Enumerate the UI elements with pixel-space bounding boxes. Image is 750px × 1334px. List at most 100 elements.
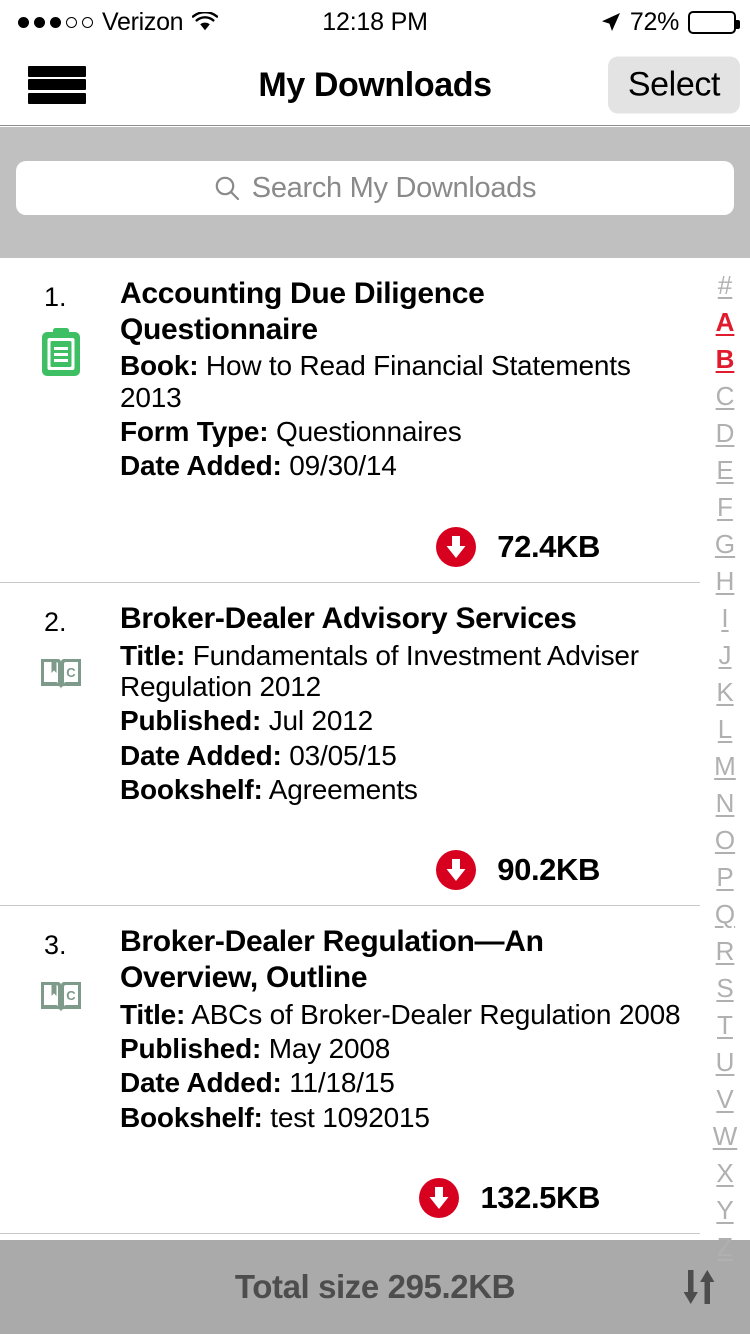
open-book-icon: C <box>38 974 84 1026</box>
download-list-item[interactable]: 2. C Broker-Dealer Advisory Services Title:… <box>0 582 700 907</box>
app-screen: Verizon 12:18 PM 72% My Downloads Select… <box>0 0 750 1334</box>
list-item-field: Published: May 2008 <box>120 1033 686 1064</box>
list-item-footer: 72.4KB <box>120 526 686 568</box>
svg-text:C: C <box>66 988 76 1003</box>
battery-percent-label: 72% <box>629 7 679 36</box>
index-letter-a[interactable]: A <box>708 309 742 335</box>
list-item-body: Broker-Dealer Regulation—An Overview, Ou… <box>120 924 700 1219</box>
index-letter-j[interactable]: J <box>708 642 742 668</box>
list-item-number: 3. <box>44 930 67 961</box>
index-letter-p[interactable]: P <box>708 864 742 890</box>
index-letter-w[interactable]: W <box>708 1123 742 1149</box>
download-circle-icon[interactable] <box>435 526 477 568</box>
svg-text:C: C <box>66 665 76 680</box>
list-item-field-label: Published: <box>120 1033 262 1065</box>
index-letter-i[interactable]: I <box>708 605 742 631</box>
list-item-title: Broker-Dealer Regulation—An Overview, Ou… <box>120 925 544 994</box>
select-button[interactable]: Select <box>607 56 740 113</box>
index-letter-x[interactable]: X <box>708 1160 742 1186</box>
index-letter-n[interactable]: N <box>708 790 742 816</box>
list-item-field-value: Agreements <box>268 773 418 805</box>
index-letter-d[interactable]: D <box>708 420 742 446</box>
bottom-status-bar: Total size 295.2KB <box>0 1240 750 1334</box>
status-bar: Verizon 12:18 PM 72% <box>0 0 750 44</box>
index-letter-q[interactable]: Q <box>708 901 742 927</box>
list-item-field: Book: How to Read Financial Statements 2… <box>120 350 686 413</box>
list-item-field: Bookshelf: test 1092015 <box>120 1102 686 1133</box>
open-book-icon: C <box>38 651 84 703</box>
battery-icon <box>688 10 740 34</box>
index-letter-s[interactable]: S <box>708 975 742 1001</box>
index-letter-r[interactable]: R <box>708 938 742 964</box>
list-item-field-value: Fundamentals of Investment Adviser Regul… <box>120 639 639 702</box>
list-item-field: Date Added: 11/18/15 <box>120 1067 686 1098</box>
index-letter-v[interactable]: V <box>708 1086 742 1112</box>
list-item-field: Title: Fundamentals of Investment Advise… <box>120 640 686 703</box>
download-circle-icon[interactable] <box>418 1177 460 1219</box>
list-item-field-value: ABCs of Broker-Dealer Regulation 2008 <box>191 998 681 1030</box>
list-item-field-value: 03/05/15 <box>289 739 397 771</box>
index-letter-o[interactable]: O <box>708 827 742 853</box>
list-item-field-value: test 1092015 <box>270 1101 430 1133</box>
list-item-field: Form Type: Questionnaires <box>120 416 686 447</box>
index-letter-l[interactable]: L <box>708 716 742 742</box>
download-circle-icon[interactable] <box>435 849 477 891</box>
list-item-field: Date Added: 03/05/15 <box>120 740 686 771</box>
list-item-field: Title: ABCs of Broker-Dealer Regulation … <box>120 999 686 1030</box>
search-placeholder: Search My Downloads <box>251 171 537 204</box>
list-item-field-label: Bookshelf: <box>120 773 263 805</box>
list-item-field-label: Form Type: <box>120 416 269 448</box>
list-item-field: Bookshelf: Agreements <box>120 774 686 805</box>
list-item-field-label: Date Added: <box>120 1067 282 1099</box>
index-letter-h[interactable]: H <box>708 568 742 594</box>
index-letter-c[interactable]: C <box>708 383 742 409</box>
index-letter-t[interactable]: T <box>708 1012 742 1038</box>
list-item-field-label: Date Added: <box>120 450 282 482</box>
list-item-field-value: 11/18/15 <box>289 1067 395 1099</box>
list-item-body: Broker-Dealer Advisory Services Title: Fu… <box>120 601 700 891</box>
search-bar-container: Search My Downloads <box>0 127 750 258</box>
list-item-field-label: Title: <box>120 998 186 1030</box>
list-item-title: Broker-Dealer Advisory Services <box>120 601 577 635</box>
list-item-field-label: Published: <box>120 705 262 737</box>
list-item-number: 2. <box>44 606 67 637</box>
status-bar-right: 72% <box>601 0 740 44</box>
list-item-body: Accounting Due Diligence Questionnaire Bo… <box>120 276 700 568</box>
list-item-field-value: 09/30/14 <box>289 450 397 482</box>
form-document-icon <box>38 326 84 378</box>
index-letter-e[interactable]: E <box>708 457 742 483</box>
downloads-list[interactable]: 1. Accounting Due Diligence Questionnaire… <box>0 258 700 1240</box>
list-item-field-value: Jul 2012 <box>268 705 373 737</box>
list-item-field: Date Added: 09/30/14 <box>120 450 686 481</box>
clock-label: 12:18 PM <box>322 7 428 36</box>
list-item-field-label: Title: <box>120 639 186 671</box>
list-item-footer: 132.5KB <box>120 1177 686 1219</box>
list-item-number: 1. <box>44 282 67 312</box>
search-input[interactable]: Search My Downloads <box>16 161 734 215</box>
index-letter-m[interactable]: M <box>708 753 742 779</box>
index-letter-k[interactable]: K <box>708 679 742 705</box>
index-letter-y[interactable]: Y <box>708 1197 742 1223</box>
file-size-label: 132.5KB <box>480 1180 600 1216</box>
index-letter-g[interactable]: G <box>708 531 742 557</box>
sort-updown-icon[interactable] <box>676 1264 722 1310</box>
navigation-bar: My Downloads Select <box>0 44 750 126</box>
list-item-field-label: Date Added: <box>120 739 282 771</box>
download-list-item[interactable]: 1. Accounting Due Diligence Questionnaire… <box>0 258 700 583</box>
file-size-label: 72.4KB <box>497 528 600 564</box>
index-letter-z[interactable]: Z <box>708 1234 742 1260</box>
index-letter-u[interactable]: U <box>708 1049 742 1075</box>
download-list-item[interactable]: 3. C Broker-Dealer Regulation—An Overview,… <box>0 906 700 1235</box>
list-item-field-label: Bookshelf: <box>120 1101 263 1133</box>
index-letter-b[interactable]: B <box>708 346 742 372</box>
index-letter-hash[interactable]: # <box>708 272 742 298</box>
index-letter-f[interactable]: F <box>708 494 742 520</box>
list-item-footer: 90.2KB <box>120 849 686 891</box>
location-arrow-icon <box>601 12 621 32</box>
list-item-field-value: Questionnaires <box>275 416 462 448</box>
list-item-field: Published: Jul 2012 <box>120 705 686 736</box>
alphabet-index-scrubber[interactable]: # A B C D E F G H I J K L M N O P Q R S T U V W X Y Z <box>700 258 750 1260</box>
search-icon <box>214 175 240 201</box>
total-size-label: Total size 295.2KB <box>234 1268 516 1305</box>
file-size-label: 90.2KB <box>497 852 600 888</box>
